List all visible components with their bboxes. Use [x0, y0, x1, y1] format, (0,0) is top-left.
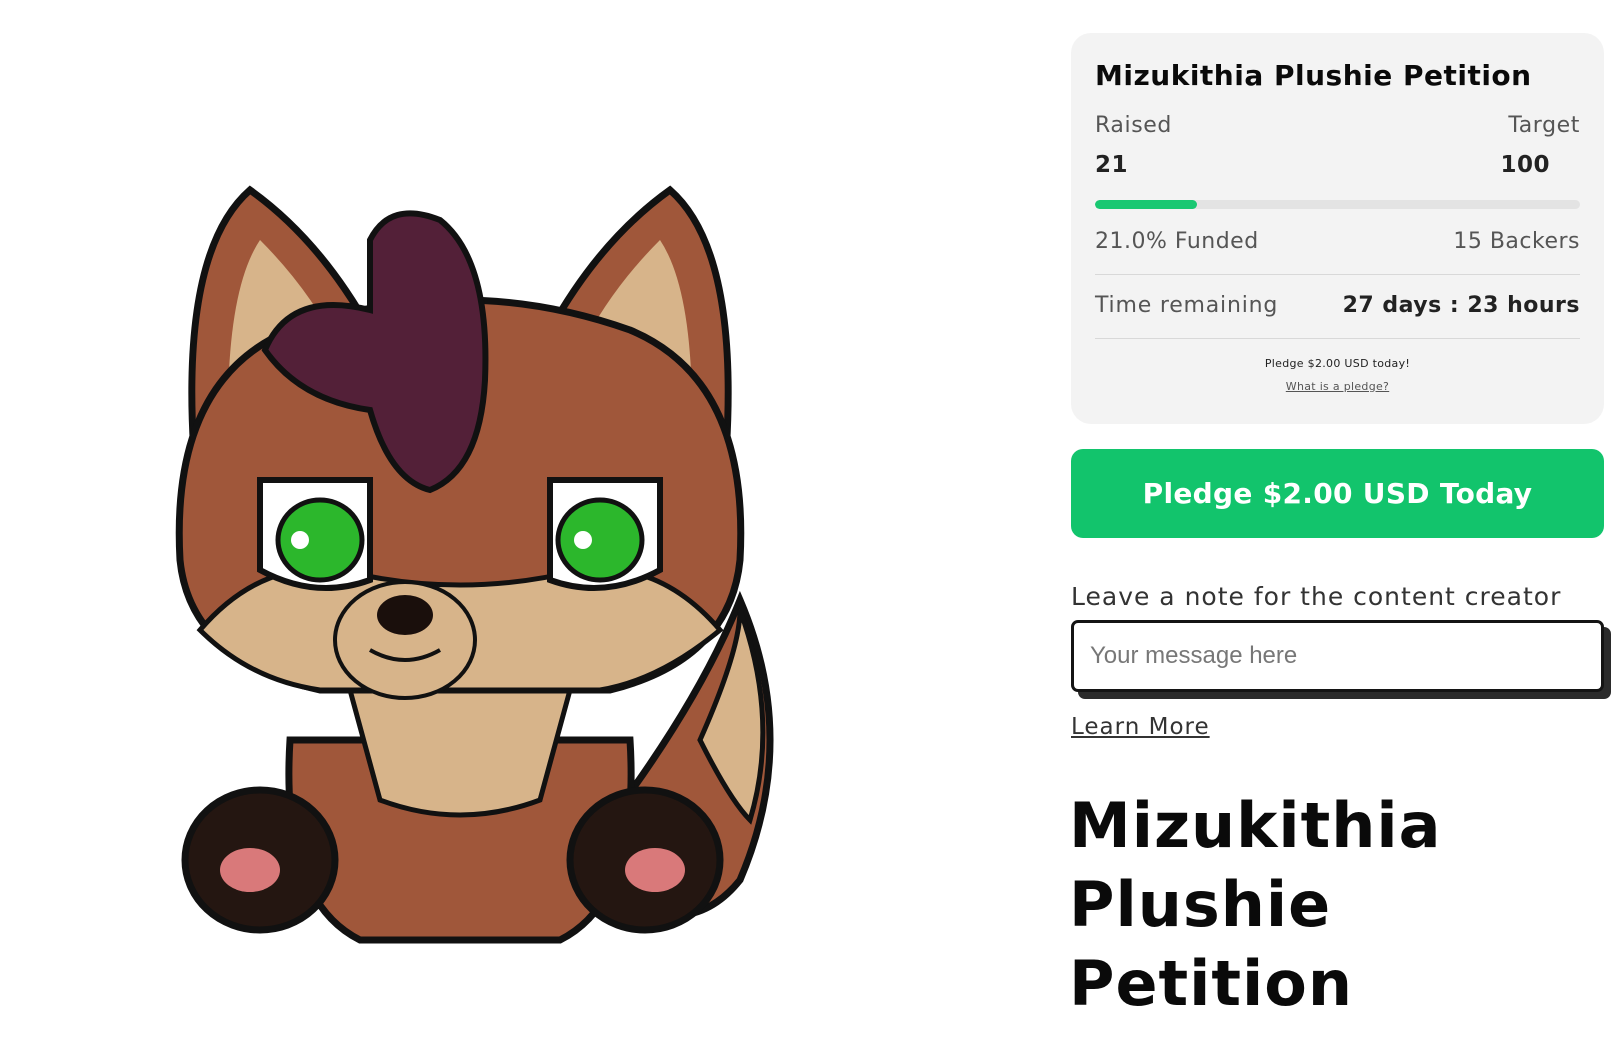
page-title: Mizukithia Plushie Petition [1069, 789, 1442, 1020]
funding-row: 21.0% Funded 15 Backers [1095, 229, 1580, 254]
raised-value: 21 [1095, 151, 1129, 178]
note-label: Leave a note for the content creator [1071, 582, 1562, 611]
learn-more-link[interactable]: Learn More [1071, 714, 1210, 740]
pledge-button[interactable]: Pledge $2.00 USD Today [1071, 449, 1604, 538]
pledge-note: Pledge $2.00 USD today! [1264, 356, 1411, 370]
divider [1095, 273, 1580, 275]
what-is-pledge-link[interactable]: What is a pledge? [1095, 380, 1580, 393]
backers-count: 15 Backers [1453, 228, 1580, 254]
funded-percent: 21.0% Funded [1095, 228, 1259, 254]
progress-fill [1095, 199, 1197, 209]
stats-labels-row: Raised Target [1095, 113, 1580, 138]
campaign-card: Mizukithia Plushie Petition Raised Targe… [1071, 33, 1604, 424]
raised-label: Raised [1095, 112, 1172, 138]
stats-values-row: 21 100 [1095, 152, 1580, 178]
page: Mizukithia Plushie Petition Raised Targe… [0, 0, 1621, 1047]
progress-bar [1095, 199, 1580, 209]
card-title: Mizukithia Plushie Petition [1095, 59, 1532, 92]
target-value: 100 [1500, 151, 1550, 178]
target-label: Target [1508, 112, 1580, 138]
time-remaining-row: Time remaining 27 days : 23 hours [1095, 293, 1580, 318]
time-remaining-label: Time remaining [1095, 292, 1279, 318]
plushie-image [140, 180, 800, 980]
note-input[interactable] [1071, 620, 1604, 692]
time-remaining-value: 27 days : 23 hours [1342, 292, 1580, 318]
divider [1095, 337, 1580, 339]
